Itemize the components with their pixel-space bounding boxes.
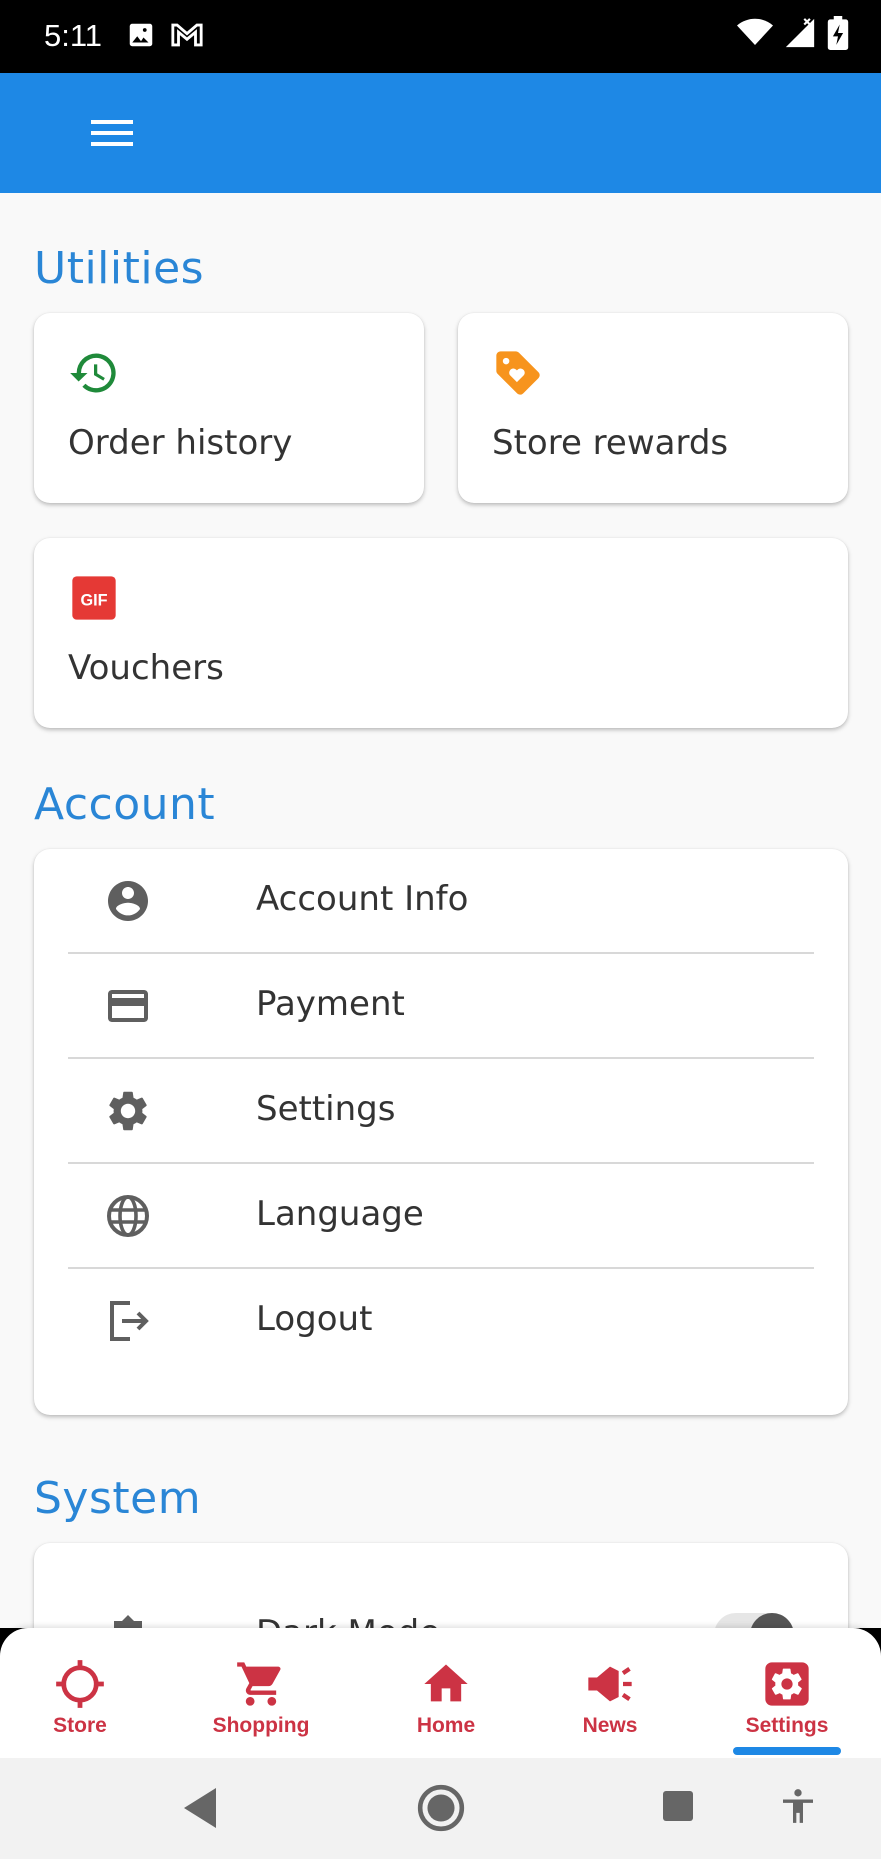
brightness-icon	[114, 1615, 142, 1628]
nav-label: Settings	[745, 1714, 829, 1737]
crosshair-icon	[56, 1660, 104, 1708]
settings-box-icon	[765, 1662, 809, 1706]
nav-label: News	[582, 1714, 638, 1737]
tag-heart-icon	[496, 351, 540, 395]
system-card: Dark Mode	[34, 1543, 848, 1628]
order-history-tile[interactable]: Order history	[34, 313, 424, 503]
home-icon	[424, 1664, 468, 1702]
cell-signal-icon	[785, 18, 815, 48]
megaphone-icon	[588, 1666, 632, 1702]
accessibility-icon[interactable]	[778, 1784, 818, 1830]
tile-label: Store rewards	[492, 423, 729, 463]
nav-label: Home	[416, 1714, 476, 1737]
account-card: Account Info Payment Settings Language L…	[34, 849, 848, 1415]
tile-label: Order history	[68, 423, 293, 463]
nav-label: Store	[53, 1714, 107, 1737]
section-title-utilities: Utilities	[34, 243, 205, 294]
row-label: Dark Mode	[256, 1613, 440, 1628]
settings-row[interactable]: Settings	[68, 1059, 814, 1164]
settings-content[interactable]: Utilities Order history Store rewards GI…	[0, 193, 881, 1628]
gmail-notification-icon	[171, 23, 203, 47]
section-title-account: Account	[34, 779, 216, 830]
image-notification-icon	[129, 23, 153, 47]
section-title-system: System	[34, 1473, 202, 1524]
row-label: Payment	[256, 984, 405, 1024]
hamburger-menu-icon	[91, 120, 133, 146]
dark-mode-toggle[interactable]	[714, 1613, 794, 1628]
home-circle-icon[interactable]	[416, 1783, 466, 1833]
nav-store[interactable]: Store	[15, 1658, 145, 1748]
logout-row[interactable]: Logout	[68, 1269, 814, 1374]
row-label: Account Info	[256, 879, 469, 919]
credit-card-icon	[108, 990, 148, 1022]
account-circle-icon	[108, 881, 148, 921]
bottom-navigation: Store Shopping Home News Settings	[0, 1628, 881, 1758]
nav-settings[interactable]: Settings	[722, 1658, 852, 1748]
gear-icon	[109, 1091, 147, 1131]
nav-shopping[interactable]: Shopping	[196, 1658, 326, 1748]
system-navigation-bar	[0, 1758, 881, 1859]
status-time: 5:11	[44, 18, 103, 53]
account-info-row[interactable]: Account Info	[68, 849, 814, 954]
history-icon	[70, 353, 116, 393]
nav-news[interactable]: News	[545, 1658, 675, 1748]
nav-label: Shopping	[212, 1714, 310, 1737]
active-tab-indicator	[733, 1747, 841, 1755]
language-row[interactable]: Language	[68, 1164, 814, 1269]
row-label: Settings	[256, 1089, 396, 1129]
tile-label: Vouchers	[68, 648, 224, 688]
wifi-icon	[737, 18, 773, 45]
dark-mode-row[interactable]: Dark Mode	[68, 1583, 814, 1628]
gif-icon: GIF	[72, 576, 116, 620]
back-icon[interactable]	[180, 1786, 220, 1830]
app-bar	[0, 73, 881, 193]
row-label: Language	[256, 1194, 424, 1234]
cart-icon	[237, 1662, 281, 1706]
payment-row[interactable]: Payment	[68, 954, 814, 1059]
battery-charging-icon	[827, 16, 849, 50]
menu-button[interactable]	[84, 109, 140, 157]
row-label: Logout	[256, 1299, 373, 1339]
store-rewards-tile[interactable]: Store rewards	[458, 313, 848, 503]
nav-home[interactable]: Home	[381, 1658, 511, 1748]
vouchers-tile[interactable]: GIF Vouchers	[34, 538, 848, 728]
globe-icon	[107, 1195, 149, 1237]
svg-text:GIF: GIF	[80, 592, 107, 610]
recents-icon[interactable]	[660, 1788, 696, 1824]
logout-icon	[110, 1301, 149, 1341]
status-bar: 5:11	[0, 0, 881, 73]
